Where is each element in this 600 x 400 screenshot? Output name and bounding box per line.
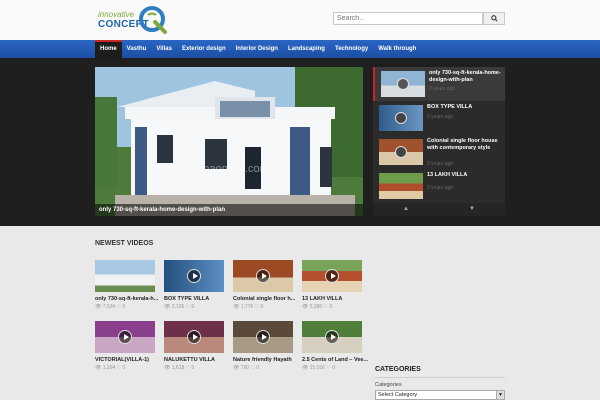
like-count: 0 <box>329 304 333 310</box>
nav-technology[interactable]: Technology <box>330 40 373 58</box>
view-count: 15,016 <box>309 365 326 371</box>
hero-slide[interactable]: only 730-sq-ft-kerala-home-design-with-p… <box>95 67 363 216</box>
view-count: 1,618 <box>171 365 185 371</box>
side-date: 2 years ago <box>429 86 456 92</box>
video-title[interactable]: NALUKETTU VILLA <box>164 357 232 363</box>
play-icon <box>187 330 201 344</box>
hero-image <box>95 67 363 216</box>
like-count: 0 <box>122 365 126 371</box>
category-select[interactable]: Select Category ▼ <box>375 390 505 400</box>
video-meta: 👁 2,126 ♡ 0 <box>164 304 195 310</box>
view-count: 2,126 <box>171 304 185 310</box>
video-thumb[interactable] <box>302 260 362 292</box>
video-title[interactable]: VICTORIAL(VILLA-1) <box>95 357 163 363</box>
video-title[interactable]: only 730-sq-ft-kerala-h... <box>95 296 163 302</box>
search-button[interactable] <box>483 12 505 25</box>
play-icon <box>325 269 339 283</box>
categories-label: Categories <box>375 382 402 388</box>
video-title[interactable]: Nature friendly Hayath <box>233 357 301 363</box>
side-date: 2 years ago <box>427 161 454 167</box>
play-icon <box>256 330 270 344</box>
side-list-nav: ▲ ▼ <box>373 203 505 216</box>
video-meta: 👁 15,016 ♡ 0 <box>302 365 336 371</box>
like-count: 0 <box>332 365 336 371</box>
play-icon <box>187 269 201 283</box>
video-title[interactable]: BOX TYPE VILLA <box>164 296 232 302</box>
hero-watermark: manoramaonline.com <box>163 163 269 175</box>
featured-side-list: only 730-sq-ft-kerala-home-design-with-p… <box>373 67 505 216</box>
nav-villas[interactable]: Villas <box>151 40 177 58</box>
view-count: 7,534 <box>102 304 116 310</box>
view-count: 1,776 <box>240 304 254 310</box>
video-thumb[interactable] <box>164 260 224 292</box>
side-thumb <box>379 173 423 199</box>
like-count: 0 <box>122 304 126 310</box>
play-icon <box>118 330 132 344</box>
search-input[interactable] <box>333 12 483 25</box>
video-thumb[interactable] <box>302 321 362 353</box>
video-thumb[interactable] <box>233 260 293 292</box>
nav-exterior-design[interactable]: Exterior design <box>177 40 231 58</box>
hero-caption: only 730-sq-ft-kerala-home-design-with-p… <box>95 204 363 216</box>
video-meta: 👁 1,294 ♡ 0 <box>95 365 126 371</box>
video-meta: 👁 1,776 ♡ 0 <box>233 304 264 310</box>
video-thumb[interactable] <box>164 321 224 353</box>
video-title[interactable]: Colonial single floor h... <box>233 296 301 302</box>
nav-home[interactable]: Home <box>95 40 122 58</box>
nav-interior-design[interactable]: Interior Design <box>231 40 283 58</box>
video-thumb[interactable] <box>233 321 293 353</box>
like-count: 0 <box>191 304 195 310</box>
chevron-down-icon: ▼ <box>496 391 504 399</box>
video-meta: 👁 790 ♡ 0 <box>233 365 260 371</box>
nav-walk-through[interactable]: Walk through <box>373 40 421 58</box>
search-icon <box>490 15 498 22</box>
site-logo[interactable]: innovative CONCEPT <box>98 5 170 35</box>
video-meta: 👁 5,380 ♡ 0 <box>302 304 333 310</box>
side-title: BOX TYPE VILLA <box>427 104 473 110</box>
category-select-value: Select Category <box>378 392 418 398</box>
like-count: 0 <box>260 304 264 310</box>
side-title: 13 LAKH VILLA <box>427 172 468 178</box>
chevron-up-icon[interactable]: ▲ <box>403 206 409 212</box>
categories-heading: CATEGORIES <box>375 366 421 373</box>
play-icon <box>256 269 270 283</box>
video-meta: 👁 7,534 ♡ 0 <box>95 304 126 310</box>
video-thumb[interactable] <box>95 321 155 353</box>
chevron-down-icon[interactable]: ▼ <box>469 206 475 212</box>
like-count: 0 <box>191 365 195 371</box>
nav-landscaping[interactable]: Landscaping <box>283 40 330 58</box>
main-nav: Home Vasthu Villas Exterior design Inter… <box>0 40 600 58</box>
video-title[interactable]: 13 LAKH VILLA <box>302 296 370 302</box>
video-thumb[interactable] <box>95 260 155 292</box>
featured-area: only 730-sq-ft-kerala-home-design-with-p… <box>0 58 600 226</box>
side-title: Colonial single floor house with contemp… <box>427 138 498 151</box>
video-meta: 👁 1,618 ♡ 0 <box>164 365 195 371</box>
view-count: 790 <box>240 365 250 371</box>
video-title[interactable]: 2.5 Cents of Land – Vee... <box>302 357 370 363</box>
side-item[interactable]: BOX TYPE VILLA 2 years ago <box>373 101 505 135</box>
side-item[interactable]: Colonial single floor house with contemp… <box>373 135 505 169</box>
side-item[interactable]: 13 LAKH VILLA 2 years ago <box>373 169 505 203</box>
header: innovative CONCEPT <box>0 0 600 40</box>
play-icon <box>395 146 407 158</box>
play-icon <box>395 112 407 124</box>
newest-videos-heading: NEWEST VIDEOS <box>95 240 154 247</box>
like-count: 0 <box>256 365 260 371</box>
play-icon <box>397 78 409 90</box>
side-date: 2 years ago <box>427 185 454 191</box>
side-item[interactable]: only 730-sq-ft-kerala-home-design-with-p… <box>373 67 505 101</box>
side-title: only 730-sq-ft-kerala-home-design-with-p… <box>429 70 501 83</box>
play-icon <box>325 330 339 344</box>
logo-mark-icon <box>139 6 167 34</box>
view-count: 5,380 <box>309 304 323 310</box>
view-count: 1,294 <box>102 365 116 371</box>
side-date: 2 years ago <box>427 114 454 120</box>
logo-line1: innovative <box>98 10 135 19</box>
nav-vasthu[interactable]: Vasthu <box>122 40 152 58</box>
categories-divider <box>375 377 505 378</box>
